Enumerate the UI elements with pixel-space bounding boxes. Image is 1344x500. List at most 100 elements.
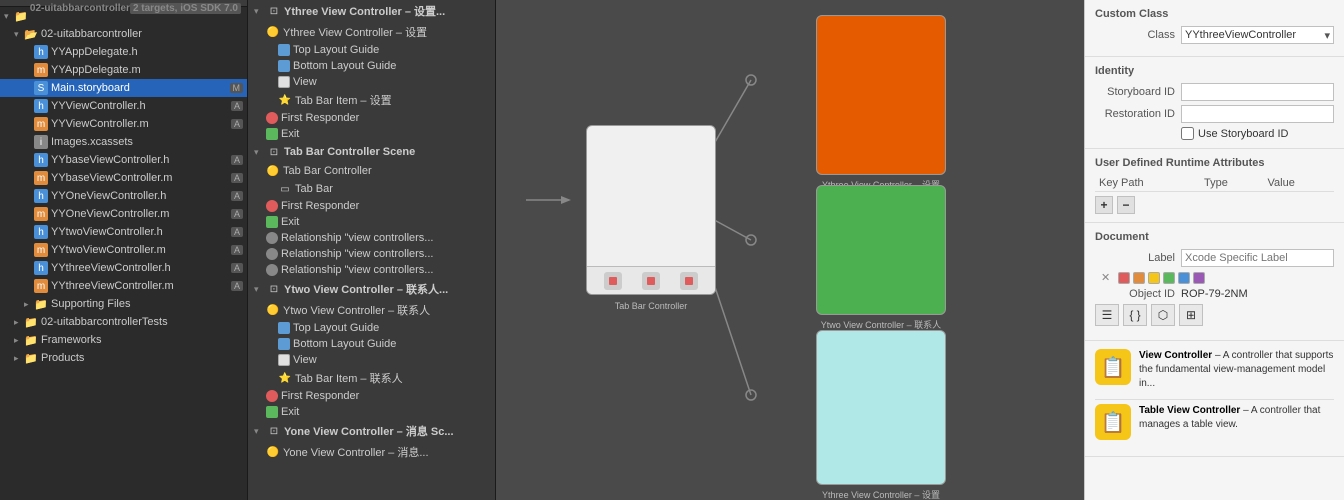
doc-label-input[interactable] xyxy=(1181,249,1334,267)
left-tree-item-yyviewcontroller-h[interactable]: hYYViewController.hA xyxy=(0,97,247,115)
scene-item-0-4[interactable]: ⭐Tab Bar Item – 设置 xyxy=(248,90,495,110)
left-tree-item-yyonevc-h[interactable]: hYYOneViewController.hA xyxy=(0,187,247,205)
icon-yyviewcontroller-m: m xyxy=(34,117,48,131)
scene-item-1-2[interactable]: First Responder xyxy=(248,198,495,214)
scene-item-1-4[interactable]: Relationship "view controllers... xyxy=(248,230,495,246)
udra-add-button[interactable]: + xyxy=(1095,196,1113,214)
left-tree-item-yythreevc-h[interactable]: hYYthreeViewController.hA xyxy=(0,259,247,277)
scene-item-2-6[interactable]: Exit xyxy=(248,404,495,420)
scene-item-label-1-1: Tab Bar xyxy=(295,183,333,195)
scene-item-0-5[interactable]: First Responder xyxy=(248,110,495,126)
left-tree-item-products[interactable]: ▸📁Products xyxy=(0,349,247,367)
tvc-title: Table View Controller xyxy=(1139,405,1240,416)
label-yybasevc-m: YYbaseViewController.m xyxy=(51,172,172,184)
file-navigator[interactable]: 2 targets, iOS SDK 7.0 02-uitabbarcontro… xyxy=(0,0,248,500)
left-tree-item-main-storyboard[interactable]: SMain.storyboardM xyxy=(0,79,247,97)
icon-yybasevc-h: h xyxy=(34,153,48,167)
scene-item-1-5[interactable]: Relationship "view controllers... xyxy=(248,246,495,262)
scene-header-2[interactable]: ▾⊡Ytwo View Controller – 联系人... xyxy=(248,278,495,300)
left-tree-item-yytwovc-h[interactable]: hYYtwoViewController.hA xyxy=(0,223,247,241)
scene-header-1[interactable]: ▾⊡Tab Bar Controller Scene xyxy=(248,142,495,162)
scene-item-icon-0-5 xyxy=(266,112,278,124)
swatch-red[interactable] xyxy=(1118,272,1130,284)
info-cards-section: 📋 View Controller – A controller that su… xyxy=(1085,341,1344,457)
swatch-green[interactable] xyxy=(1163,272,1175,284)
left-tree-item-frameworks[interactable]: ▸📁Frameworks xyxy=(0,331,247,349)
left-tree-item-twotar[interactable]: ▾📂02-uitabbarcontroller xyxy=(0,25,247,43)
left-tree-item-supporting-files[interactable]: ▸📁Supporting Files xyxy=(0,295,247,313)
left-tree-item-tests[interactable]: ▸📁02-uitabbarcontrollerTests xyxy=(0,313,247,331)
scene-item-2-3[interactable]: View xyxy=(248,352,495,368)
left-tree-item-yyviewcontroller-m[interactable]: mYYViewController.mA xyxy=(0,115,247,133)
scene-item-0-1[interactable]: Top Layout Guide xyxy=(248,42,495,58)
scene-item-3-0[interactable]: 🟡Yone View Controller – 消息... xyxy=(248,442,495,462)
doc-icon-btn-json[interactable]: { } xyxy=(1123,304,1147,326)
object-id-row: Object ID ROP-79-2NM xyxy=(1095,288,1334,300)
scene-item-2-0[interactable]: 🟡Ytwo View Controller – 联系人 xyxy=(248,300,495,320)
left-tree-item-yythreevc-m[interactable]: mYYthreeViewController.mA xyxy=(0,277,247,295)
left-tree-item-appdelegate-m[interactable]: mYYAppDelegate.m xyxy=(0,61,247,79)
class-dropdown-arrow[interactable]: ▾ xyxy=(1321,29,1333,42)
doc-icon-btn-grid[interactable]: ⊞ xyxy=(1179,304,1203,326)
scene-item-label-1-6: Relationship "view controllers... xyxy=(281,264,433,276)
badge-yytwovc-h: A xyxy=(231,227,243,237)
left-tree-item-appdelegate-h[interactable]: hYYAppDelegate.h xyxy=(0,43,247,61)
badge-yytwovc-m: A xyxy=(231,245,243,255)
scene-item-0-6[interactable]: Exit xyxy=(248,126,495,142)
label-yyonevc-m: YYOneViewController.m xyxy=(51,208,169,220)
scene-item-2-4[interactable]: ⭐Tab Bar Item – 联系人 xyxy=(248,368,495,388)
icon-frameworks: 📁 xyxy=(24,333,38,347)
scene-item-2-5[interactable]: First Responder xyxy=(248,388,495,404)
scene-title-1: Tab Bar Controller Scene xyxy=(284,146,415,158)
restoration-id-input[interactable] xyxy=(1181,105,1334,123)
doc-icon-btn-doc[interactable]: ☰ xyxy=(1095,304,1119,326)
scene-item-icon-2-1 xyxy=(278,322,290,334)
scene-item-2-1[interactable]: Top Layout Guide xyxy=(248,320,495,336)
left-tree-item-yybasevc-m[interactable]: mYYbaseViewController.mA xyxy=(0,169,247,187)
scene-item-2-2[interactable]: Bottom Layout Guide xyxy=(248,336,495,352)
swatch-orange[interactable] xyxy=(1133,272,1145,284)
badge-main-storyboard: M xyxy=(230,83,244,93)
storyboard-canvas[interactable]: Tab Bar ControllerYthree View Controller… xyxy=(496,0,1084,500)
scene-item-0-0[interactable]: 🟡Ythree View Controller – 设置 xyxy=(248,22,495,42)
object-id-value: ROP-79-2NM xyxy=(1181,288,1248,300)
scene-item-1-0[interactable]: 🟡Tab Bar Controller xyxy=(248,162,495,180)
use-storyboard-checkbox[interactable] xyxy=(1181,127,1194,140)
info-card-tvc: 📋 Table View Controller – A controller t… xyxy=(1095,404,1334,440)
left-tree-item-root[interactable]: ▾📁02-uitabbarcontroller xyxy=(0,7,30,25)
class-value[interactable]: YYthreeViewController xyxy=(1182,29,1321,41)
doc-close-icon[interactable]: ✕ xyxy=(1101,271,1110,284)
left-tree-item-yyonevc-m[interactable]: mYYOneViewController.mA xyxy=(0,205,247,223)
udra-remove-button[interactable]: − xyxy=(1117,196,1135,214)
vc-description: View Controller – A controller that supp… xyxy=(1139,349,1334,391)
device-tabbarcontroller[interactable] xyxy=(586,125,716,295)
scene-item-1-3[interactable]: Exit xyxy=(248,214,495,230)
scene-item-0-2[interactable]: Bottom Layout Guide xyxy=(248,58,495,74)
swatch-yellow[interactable] xyxy=(1148,272,1160,284)
icon-tests: 📁 xyxy=(24,315,38,329)
scene-item-1-1[interactable]: ▭Tab Bar xyxy=(248,180,495,198)
scene-item-1-6[interactable]: Relationship "view controllers... xyxy=(248,262,495,278)
scene-item-0-3[interactable]: View xyxy=(248,74,495,90)
vc-icon: 📋 xyxy=(1095,349,1131,385)
swatch-purple[interactable] xyxy=(1193,272,1205,284)
left-tree-item-yybasevc-h[interactable]: hYYbaseViewController.hA xyxy=(0,151,247,169)
storyboard-id-input[interactable] xyxy=(1181,83,1334,101)
swatch-blue[interactable] xyxy=(1178,272,1190,284)
udra-table: Key Path Type Value xyxy=(1095,175,1334,192)
icon-yyviewcontroller-h: h xyxy=(34,99,48,113)
scene-navigator[interactable]: ▾⊡Ythree View Controller – 设置...🟡Ythree … xyxy=(248,0,496,500)
device-yone[interactable] xyxy=(816,330,946,485)
doc-icon-btn-cube[interactable]: ⬡ xyxy=(1151,304,1175,326)
label-yybasevc-h: YYbaseViewController.h xyxy=(51,154,169,166)
label-twotar: 02-uitabbarcontroller xyxy=(41,28,142,40)
left-tree-item-yytwovc-m[interactable]: mYYtwoViewController.mA xyxy=(0,241,247,259)
device-ythree[interactable] xyxy=(816,15,946,175)
document-title: Document xyxy=(1095,231,1334,243)
scene-header-0[interactable]: ▾⊡Ythree View Controller – 设置... xyxy=(248,0,495,22)
project-title: 02-uitabbarcontroller xyxy=(30,3,130,14)
device-ytwo[interactable] xyxy=(816,185,946,315)
scene-header-3[interactable]: ▾⊡Yone View Controller – 消息 Sc... xyxy=(248,420,495,442)
icon-appdelegate-h: h xyxy=(34,45,48,59)
left-tree-item-images-xcassets[interactable]: iImages.xcassets xyxy=(0,133,247,151)
